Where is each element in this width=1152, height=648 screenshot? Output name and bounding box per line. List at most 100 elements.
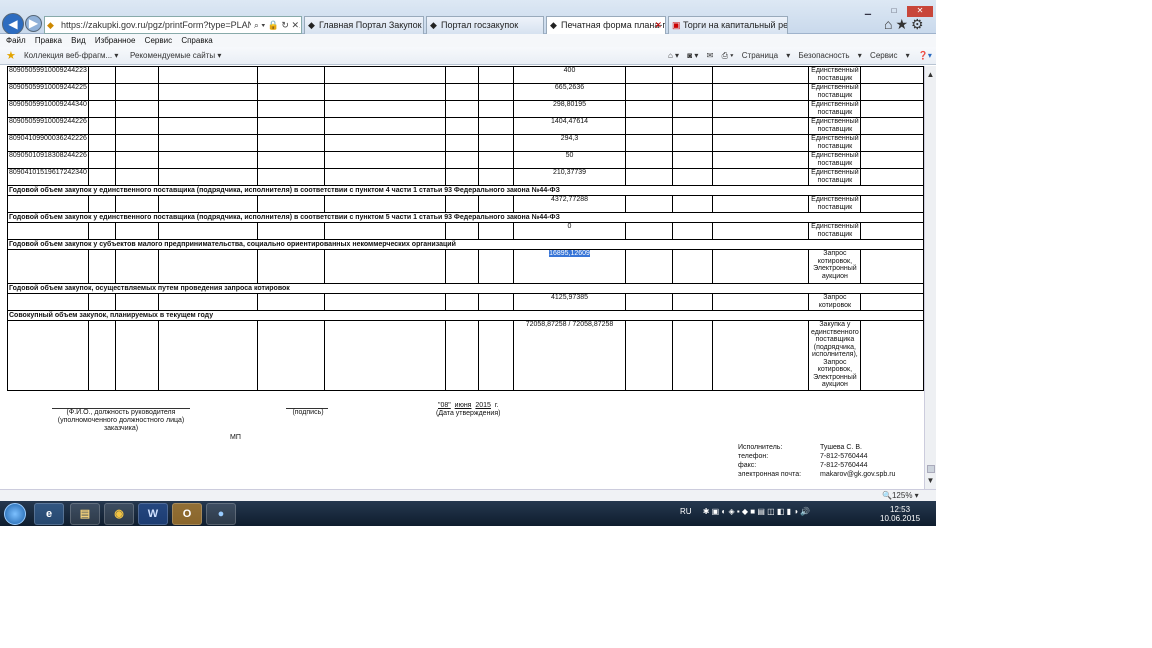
empty-cell	[256, 134, 325, 152]
ie-taskbar-icon[interactable]: e	[34, 503, 64, 525]
language-indicator[interactable]: RU	[680, 507, 692, 516]
empty-cell	[158, 100, 258, 118]
empty-cell	[624, 151, 673, 169]
empty-cell	[158, 195, 258, 213]
empty-cell	[624, 195, 673, 213]
empty-cell	[256, 249, 325, 284]
command-tools[interactable]: Сервис ▾	[870, 51, 910, 60]
site-icon: ◆	[430, 20, 437, 30]
word-taskbar-icon[interactable]: W	[138, 503, 168, 525]
empty-area-bottom	[0, 526, 936, 648]
menu-tools[interactable]: Сервис	[145, 34, 172, 47]
empty-cell	[478, 195, 515, 213]
home-icon[interactable]: ⌂	[884, 16, 895, 32]
empty-cell	[671, 293, 713, 311]
menu-favorites[interactable]: Избранное	[95, 34, 136, 47]
print-icon[interactable]: ⎙ ▾	[722, 51, 734, 60]
position-code-cell: 80905010918308244226	[7, 151, 89, 169]
date-caption: (Дата утверждения)	[436, 410, 501, 417]
empty-cell	[256, 293, 325, 311]
command-security[interactable]: Безопасность ▾	[799, 51, 862, 60]
chrome-taskbar-icon[interactable]: ◉	[104, 503, 134, 525]
empty-cell	[624, 168, 673, 186]
empty-cell	[114, 117, 160, 135]
site-icon: ◆	[47, 20, 54, 30]
table-row: 80904109900036242226 294,3 Единственный по…	[7, 134, 924, 152]
procurement-method-cell: Единственный поставщик	[808, 195, 862, 213]
command-bar: ⌂ ▾ ◙ ▾ ✉ ⎙ ▾ Страница ▾ Безопасность ▾ …	[668, 47, 936, 65]
menu-view[interactable]: Вид	[71, 34, 85, 47]
sum-value: 16895,12609	[549, 250, 590, 257]
close-tab-icon[interactable]: ✕	[654, 17, 662, 33]
empty-cell	[711, 83, 810, 101]
tab-print-form[interactable]: ◆Печатная форма плана-гр...✕	[546, 16, 666, 35]
zoom-control[interactable]: 🔍125% ▾	[882, 490, 919, 501]
empty-cell	[671, 151, 713, 169]
scroll-down-icon[interactable]: ▼	[925, 476, 936, 485]
scroll-up-icon[interactable]: ▲	[925, 70, 936, 79]
empty-cell	[158, 117, 258, 135]
head-caption: (Ф.И.О., должность руководителя (уполном…	[57, 409, 185, 432]
outlook-taskbar-icon[interactable]: O	[172, 503, 202, 525]
mail-icon[interactable]: ✉	[707, 51, 714, 60]
empty-cell	[158, 134, 258, 152]
minimize-icon[interactable]: ▁	[855, 6, 881, 17]
empty-cell	[478, 134, 515, 152]
empty-cell	[711, 100, 810, 118]
procurement-method-cell: Единственный поставщик	[808, 168, 862, 186]
favorites-star-icon[interactable]: ★	[895, 16, 911, 32]
empty-cell	[671, 100, 713, 118]
empty-cell	[114, 168, 160, 186]
empty-cell	[860, 320, 924, 391]
table-row: 4125,97385 Запрос котировок	[7, 293, 924, 311]
position-code-cell	[7, 222, 89, 240]
empty-cell	[445, 168, 480, 186]
empty-cell	[445, 134, 480, 152]
empty-cell	[671, 66, 713, 84]
sum-cell: 298,80195	[513, 100, 626, 118]
empty-cell	[671, 168, 713, 186]
command-page[interactable]: Страница ▾	[742, 51, 791, 60]
clock[interactable]: 12:53 10.06.2015	[880, 505, 920, 523]
tab-torgi[interactable]: ▣Торги на капитальный ремо...	[668, 16, 788, 34]
favorite-suggested-sites[interactable]: Рекомендуемые сайты ▾	[130, 47, 221, 65]
back-button[interactable]: ◀	[2, 13, 24, 35]
empty-cell	[860, 222, 924, 240]
favorites-star-icon[interactable]: ★	[6, 47, 16, 65]
app-taskbar-icon[interactable]: ●	[206, 503, 236, 525]
empty-cell	[256, 100, 325, 118]
empty-cell	[114, 195, 160, 213]
empty-cell	[158, 66, 258, 84]
start-button[interactable]	[4, 503, 26, 525]
tab-goszakupok[interactable]: ◆ Портал госзакупок	[426, 16, 544, 34]
position-code-cell	[7, 293, 89, 311]
menu-edit[interactable]: Правка	[35, 34, 62, 47]
help-icon[interactable]: ❓▾	[918, 51, 932, 60]
menu-file[interactable]: Файл	[6, 34, 26, 47]
empty-cell	[256, 66, 325, 84]
tab-main-portal[interactable]: ◆ Главная Портал Закупок	[304, 16, 424, 34]
explorer-taskbar-icon[interactable]: ▤	[70, 503, 100, 525]
empty-cell	[87, 100, 116, 118]
position-code-cell	[7, 320, 89, 391]
home-icon[interactable]: ⌂ ▾	[668, 51, 679, 60]
favorite-web-slices[interactable]: Коллекция веб-фрагм... ▾	[24, 47, 118, 65]
empty-cell	[87, 320, 116, 391]
settings-gear-icon[interactable]: ⚙	[911, 16, 927, 32]
empty-cell	[624, 134, 673, 152]
empty-cell	[114, 293, 160, 311]
vertical-scrollbar[interactable]: ▲ ▼	[924, 66, 936, 489]
address-bar[interactable]: ◆ https://zakupki.gov.ru/pgz/printForm?ty…	[44, 16, 302, 34]
empty-cell	[323, 249, 447, 284]
tray-icons[interactable]: ✱ ▣ ◐ ◈ ▪ ◆ ■ ▤ ◫ ◧ ▮ ◑ 🔊	[703, 507, 811, 516]
zoom-icon: 🔍	[882, 491, 892, 500]
procurement-method-cell: Запрос котировок, Электронный аукцион	[808, 249, 862, 284]
menu-help[interactable]: Справка	[181, 34, 212, 47]
forward-button[interactable]: ▶	[25, 15, 42, 32]
rss-icon[interactable]: ◙ ▾	[687, 51, 698, 60]
fax-value: 7-812-5760444	[820, 462, 868, 469]
address-controls[interactable]: ⌕ ▾ 🔒 ↻ ✕	[250, 17, 299, 33]
email-label: электронная почта:	[738, 471, 802, 478]
table-row: 4372,77288 Единственный поставщик	[7, 195, 924, 213]
scroll-thumb[interactable]	[927, 465, 935, 473]
